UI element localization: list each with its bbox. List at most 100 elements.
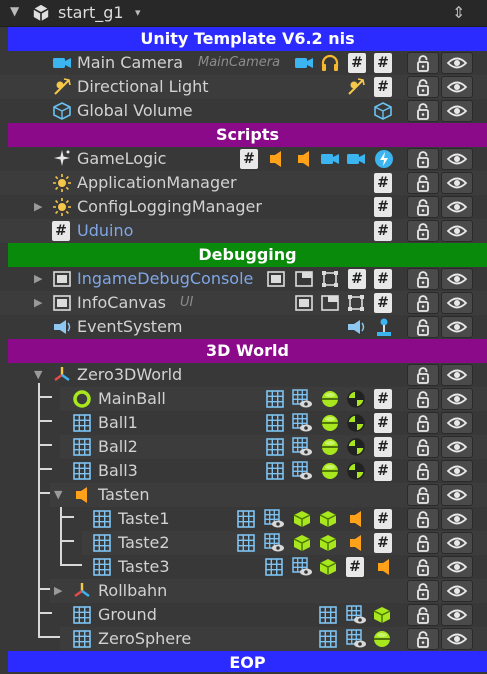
- mesh-renderer-icon[interactable]: [292, 461, 312, 481]
- row-zero3dworld[interactable]: ▼ Zero3DWorld: [0, 363, 487, 387]
- mesh-filter-icon[interactable]: [265, 461, 285, 481]
- canvas-component-icon[interactable]: [294, 293, 314, 313]
- volume-component-icon[interactable]: [373, 101, 393, 121]
- visibility-toggle[interactable]: [441, 148, 473, 170]
- row-ball3[interactable]: Ball3 #: [60, 459, 487, 483]
- box-collider-icon[interactable]: [292, 533, 312, 553]
- row-directional-light[interactable]: Directional Light #: [0, 75, 487, 99]
- row-ball2[interactable]: Ball2 #: [60, 435, 487, 459]
- script-icon[interactable]: #: [348, 269, 366, 289]
- canvas-component-icon[interactable]: [266, 269, 286, 289]
- audio-source-icon[interactable]: [346, 509, 366, 529]
- row-gamelogic[interactable]: GameLogic #: [0, 147, 487, 171]
- script-icon[interactable]: #: [374, 77, 392, 97]
- script-icon[interactable]: #: [374, 173, 392, 193]
- visibility-toggle[interactable]: [441, 556, 473, 578]
- expand-arrow-icon[interactable]: ▼: [54, 488, 62, 501]
- lock-toggle[interactable]: [407, 172, 439, 194]
- visibility-toggle[interactable]: [441, 508, 473, 530]
- audio-source-icon[interactable]: [374, 557, 394, 577]
- rect-transform-icon[interactable]: [320, 269, 340, 289]
- lock-toggle[interactable]: [407, 532, 439, 554]
- visibility-toggle[interactable]: [441, 100, 473, 122]
- script-icon[interactable]: #: [374, 221, 392, 241]
- video-player-icon[interactable]: [346, 149, 366, 169]
- lock-toggle[interactable]: [407, 316, 439, 338]
- audio-listener-icon[interactable]: [320, 53, 340, 73]
- row-ground[interactable]: Ground: [60, 603, 487, 627]
- lock-toggle[interactable]: [407, 52, 439, 74]
- script-icon[interactable]: #: [374, 269, 392, 289]
- row-application-manager[interactable]: ApplicationManager #: [0, 171, 487, 195]
- mesh-filter-icon[interactable]: [265, 413, 285, 433]
- box-collider-icon[interactable]: [318, 557, 338, 577]
- lock-toggle[interactable]: [407, 580, 439, 602]
- script-icon[interactable]: #: [348, 53, 366, 73]
- lock-toggle[interactable]: [407, 628, 439, 650]
- visibility-toggle[interactable]: [441, 388, 473, 410]
- script-icon[interactable]: #: [374, 389, 392, 409]
- script-icon[interactable]: #: [240, 149, 258, 169]
- row-main-camera[interactable]: Main Camera MainCamera # #: [0, 51, 487, 75]
- visibility-toggle[interactable]: [441, 268, 473, 290]
- row-taste1[interactable]: Taste1 #: [82, 507, 487, 531]
- audio-source-icon[interactable]: [294, 149, 314, 169]
- scene-fold-arrow[interactable]: ▼: [10, 4, 19, 18]
- lock-toggle[interactable]: [407, 76, 439, 98]
- row-taste2[interactable]: Taste2 #: [82, 531, 487, 555]
- rigidbody-icon[interactable]: [346, 437, 366, 457]
- visibility-toggle[interactable]: [441, 76, 473, 98]
- visibility-toggle[interactable]: [441, 172, 473, 194]
- script-icon[interactable]: #: [374, 437, 392, 457]
- window-component-icon[interactable]: [294, 269, 314, 289]
- expand-arrow-icon[interactable]: ▼: [34, 368, 42, 381]
- mesh-filter-icon[interactable]: [318, 629, 338, 649]
- row-info-canvas[interactable]: ▶ InfoCanvas UI #: [0, 291, 487, 315]
- box-collider-icon[interactable]: [372, 605, 392, 625]
- visibility-toggle[interactable]: [441, 220, 473, 242]
- mesh-filter-icon[interactable]: [236, 533, 256, 553]
- audio-source-icon[interactable]: [346, 533, 366, 553]
- video-player-icon[interactable]: [320, 149, 340, 169]
- row-taste3[interactable]: Taste3 #: [82, 555, 487, 579]
- expand-arrow-icon[interactable]: ▶: [34, 272, 42, 285]
- visibility-toggle[interactable]: [441, 580, 473, 602]
- visibility-toggle[interactable]: [441, 436, 473, 458]
- mesh-filter-icon[interactable]: [236, 509, 256, 529]
- script-icon[interactable]: #: [374, 53, 392, 73]
- script-icon[interactable]: #: [374, 509, 392, 529]
- scene-menu-dropdown-icon[interactable]: ▾: [135, 6, 141, 19]
- lock-toggle[interactable]: [407, 292, 439, 314]
- lock-toggle[interactable]: [407, 484, 439, 506]
- lock-toggle[interactable]: [407, 148, 439, 170]
- input-module-icon[interactable]: [374, 317, 394, 337]
- row-ingame-debug-console[interactable]: ▶ IngameDebugConsole # #: [0, 267, 487, 291]
- audio-source-icon[interactable]: [266, 149, 286, 169]
- lock-toggle[interactable]: [407, 436, 439, 458]
- rigidbody-icon[interactable]: [346, 389, 366, 409]
- expand-arrow-icon[interactable]: ▶: [34, 200, 42, 213]
- lock-toggle[interactable]: [407, 508, 439, 530]
- visibility-toggle[interactable]: [441, 532, 473, 554]
- script-icon[interactable]: #: [374, 197, 392, 217]
- mesh-renderer-icon[interactable]: [292, 389, 312, 409]
- script-icon[interactable]: #: [346, 557, 364, 577]
- script-icon[interactable]: #: [374, 461, 392, 481]
- lock-toggle[interactable]: [407, 604, 439, 626]
- mesh-renderer-icon[interactable]: [264, 509, 284, 529]
- mesh-filter-icon[interactable]: [265, 389, 285, 409]
- light-component-icon[interactable]: [346, 77, 366, 97]
- event-bolt-icon[interactable]: [374, 149, 394, 169]
- row-zerosphere[interactable]: ZeroSphere: [60, 627, 487, 651]
- lock-toggle[interactable]: [407, 364, 439, 386]
- row-rollbahn[interactable]: ▶ Rollbahn: [50, 579, 487, 603]
- expand-arrow-icon[interactable]: ▶: [34, 296, 42, 309]
- rect-transform-icon[interactable]: [346, 293, 366, 313]
- mesh-renderer-icon[interactable]: [264, 533, 284, 553]
- visibility-toggle[interactable]: [441, 196, 473, 218]
- mesh-filter-icon[interactable]: [318, 605, 338, 625]
- camera-component-icon[interactable]: [294, 53, 314, 73]
- visibility-toggle[interactable]: [441, 412, 473, 434]
- script-icon[interactable]: #: [374, 533, 392, 553]
- window-component-icon[interactable]: [320, 293, 340, 313]
